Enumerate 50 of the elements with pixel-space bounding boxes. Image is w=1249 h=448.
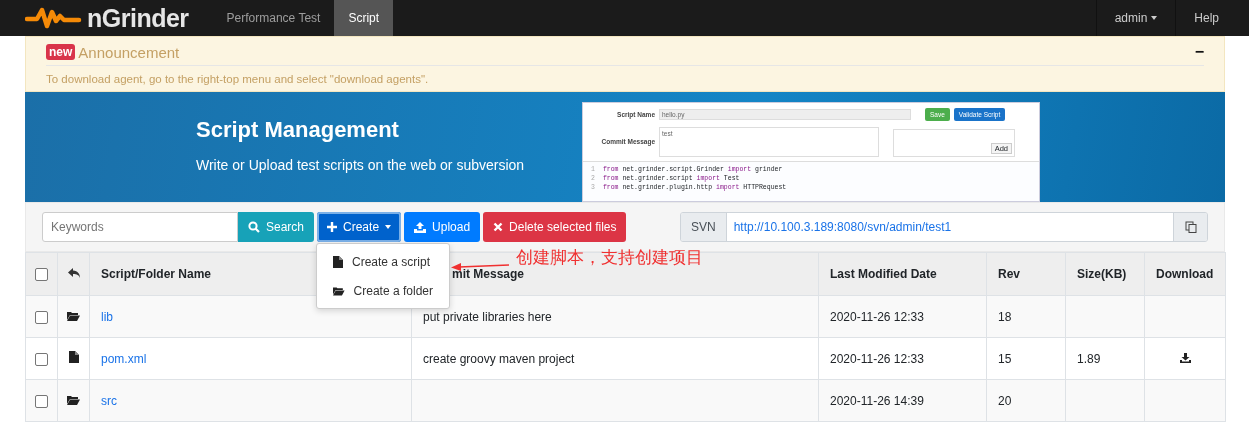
table-cell: create groovy maven project xyxy=(423,351,575,366)
table-cell: 20 xyxy=(998,393,1012,408)
table-cell: 1.89 xyxy=(1077,351,1101,366)
search-icon xyxy=(248,221,260,233)
new-badge: new xyxy=(46,44,76,60)
plus-icon xyxy=(327,222,338,232)
announcement-text: To download agent, go to the right-top menu and select "download agents". xyxy=(46,73,430,85)
nav-tab[interactable]: Performance Test xyxy=(212,0,335,36)
banner-title: Script Management xyxy=(196,117,400,143)
select-all-checkbox[interactable] xyxy=(35,268,48,282)
brand-name: nGrinder xyxy=(87,3,189,33)
table-cell: 2020-11-26 14:39 xyxy=(830,393,924,408)
folder-icon xyxy=(67,310,80,321)
collapse-button[interactable]: − xyxy=(1194,43,1204,61)
file-link[interactable]: lib xyxy=(101,309,113,324)
table-cell: 2020-11-26 12:33 xyxy=(830,351,924,366)
file-icon xyxy=(333,255,343,268)
row-checkbox[interactable] xyxy=(35,394,48,408)
file-link[interactable]: pom.xml xyxy=(101,351,147,366)
table-cell: put private libraries here xyxy=(423,309,552,324)
file-link[interactable]: src xyxy=(101,393,117,408)
nav-tab[interactable]: Script xyxy=(334,0,394,36)
back-icon[interactable] xyxy=(67,268,80,278)
folder-icon xyxy=(67,394,80,405)
create-button[interactable]: Create xyxy=(317,212,402,242)
column-header: Rev xyxy=(986,252,1066,296)
delete-button[interactable]: Delete selected files xyxy=(483,212,627,242)
table-cell: 2020-11-26 12:33 xyxy=(830,309,924,324)
annotation-text: 创建脚本，支持创建项目 xyxy=(516,247,703,269)
svn-url-field[interactable]: SVN http://10.100.3.189:8080/svn/admin/test1 xyxy=(680,212,1208,242)
announcement-title: Announcement xyxy=(78,43,180,61)
upload-icon xyxy=(414,221,427,233)
copy-icon xyxy=(1184,221,1197,233)
row-checkbox[interactable] xyxy=(35,352,48,366)
banner-subtitle: Write or Upload test scripts on the web or subversion xyxy=(196,157,526,173)
file-icon xyxy=(68,351,79,363)
table-cell: 15 xyxy=(998,351,1012,366)
column-header: Size(KB) xyxy=(1065,252,1145,296)
close-icon xyxy=(493,222,504,232)
column-header: Last Modified Date xyxy=(818,252,987,296)
svn-label: SVN xyxy=(681,213,727,241)
svn-url: http://10.100.3.189:8080/svn/admin/test1 xyxy=(726,213,1173,241)
search-field[interactable]: Keywords xyxy=(42,212,238,242)
download-icon[interactable] xyxy=(1179,352,1191,363)
folder-icon xyxy=(333,285,345,296)
row-checkbox[interactable] xyxy=(35,310,48,324)
upload-button[interactable]: Upload xyxy=(404,212,481,242)
table-cell: 18 xyxy=(998,309,1012,324)
column-header: Download xyxy=(1144,252,1226,296)
copy-button[interactable] xyxy=(1173,213,1207,241)
